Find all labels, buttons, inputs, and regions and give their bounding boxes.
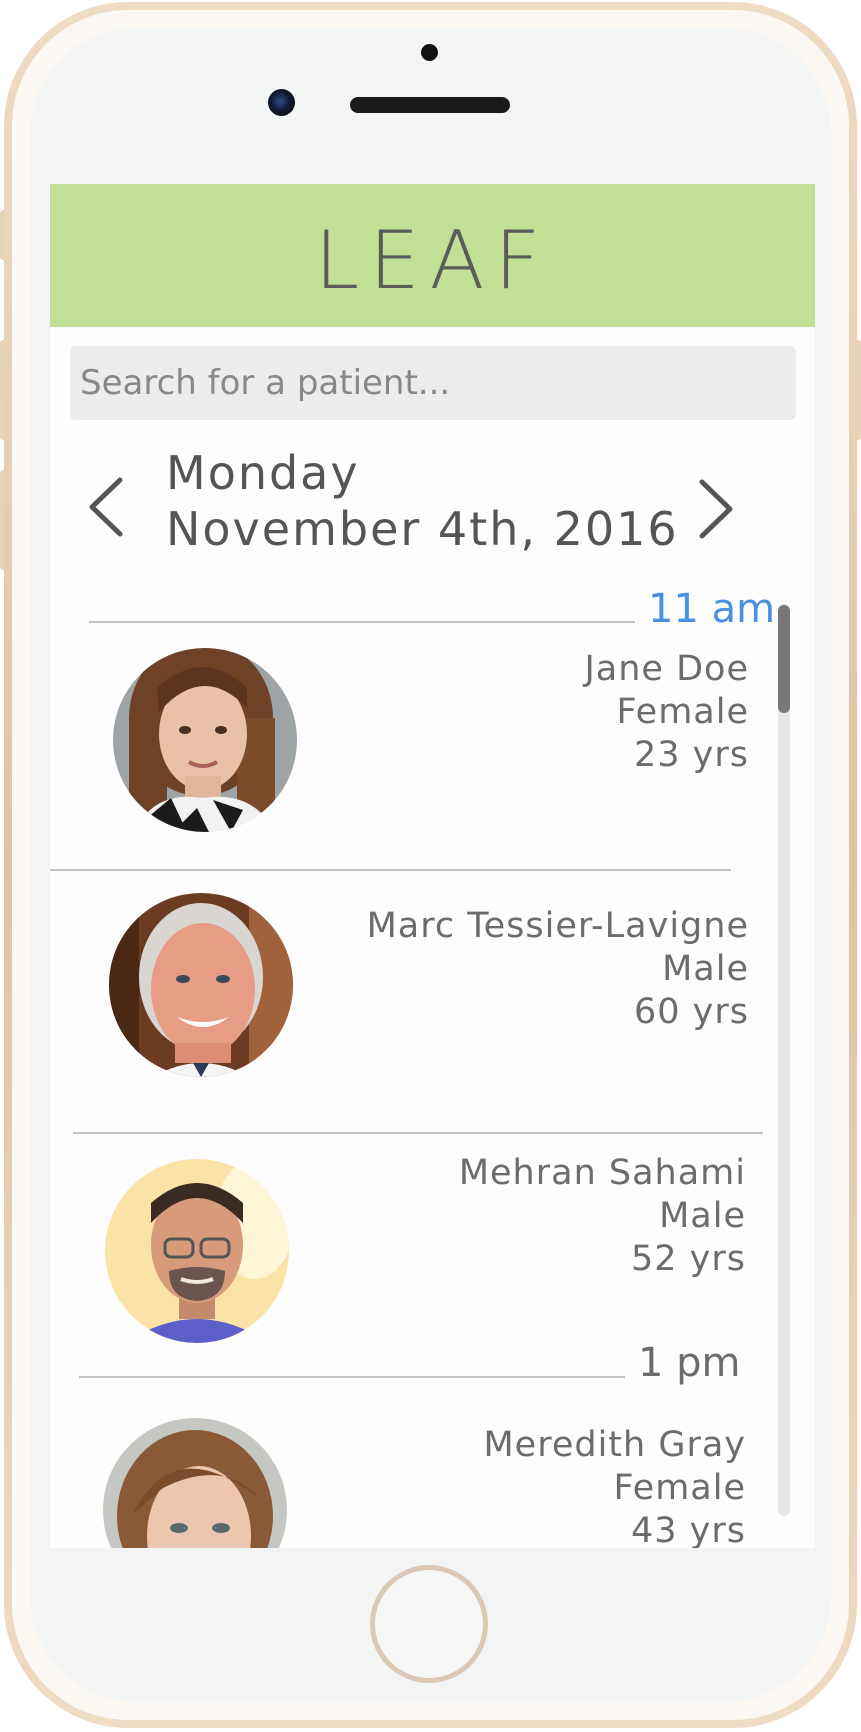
proximity-sensor — [421, 44, 438, 61]
timeslot-label: 1 pm — [638, 1340, 741, 1386]
patient-age: 60 yrs — [634, 992, 749, 1032]
earpiece-speaker — [350, 97, 510, 113]
patient-sex: Female — [616, 692, 749, 732]
timeslot-divider — [79, 1376, 625, 1378]
patient-info: Jane Doe Female 23 yrs — [249, 648, 749, 777]
scrollbar-thumb[interactable] — [778, 605, 790, 713]
patient-age: 23 yrs — [634, 735, 749, 775]
scrollbar-track[interactable] — [778, 604, 790, 1516]
date-full: November 4th, 2016 — [166, 502, 679, 556]
patient-info: Meredith Gray Female 43 yrs — [246, 1424, 746, 1548]
row-divider — [73, 1132, 763, 1134]
patient-age: 43 yrs — [631, 1511, 746, 1548]
home-button[interactable] — [370, 1565, 488, 1683]
patient-sex: Male — [659, 1196, 746, 1236]
chevron-right-icon — [699, 479, 733, 539]
patient-name: Meredith Gray — [483, 1425, 746, 1465]
app-header: LEAF — [50, 184, 815, 327]
patient-name: Marc Tessier-Lavigne — [366, 906, 749, 946]
patient-sex: Male — [662, 949, 749, 989]
timeslot-label: 11 am — [648, 586, 776, 632]
patient-info: Mehran Sahami Male 52 yrs — [246, 1152, 746, 1281]
next-day-button[interactable] — [696, 478, 736, 540]
app-screen: LEAF Monday November 4th, 2016 11 am — [50, 184, 815, 1548]
date-weekday: Monday — [166, 446, 360, 500]
row-divider — [50, 869, 731, 871]
timeslot-divider — [89, 621, 635, 623]
patient-age: 52 yrs — [631, 1239, 746, 1279]
chevron-left-icon — [89, 477, 123, 537]
front-camera — [268, 89, 295, 116]
app-logo: LEAF — [314, 214, 551, 307]
previous-day-button[interactable] — [86, 476, 126, 538]
patient-name: Mehran Sahami — [458, 1153, 746, 1193]
patient-sex: Female — [613, 1468, 746, 1508]
patient-info: Marc Tessier-Lavigne Male 60 yrs — [249, 905, 749, 1034]
search-input[interactable] — [70, 346, 796, 420]
patient-name: Jane Doe — [584, 649, 749, 689]
